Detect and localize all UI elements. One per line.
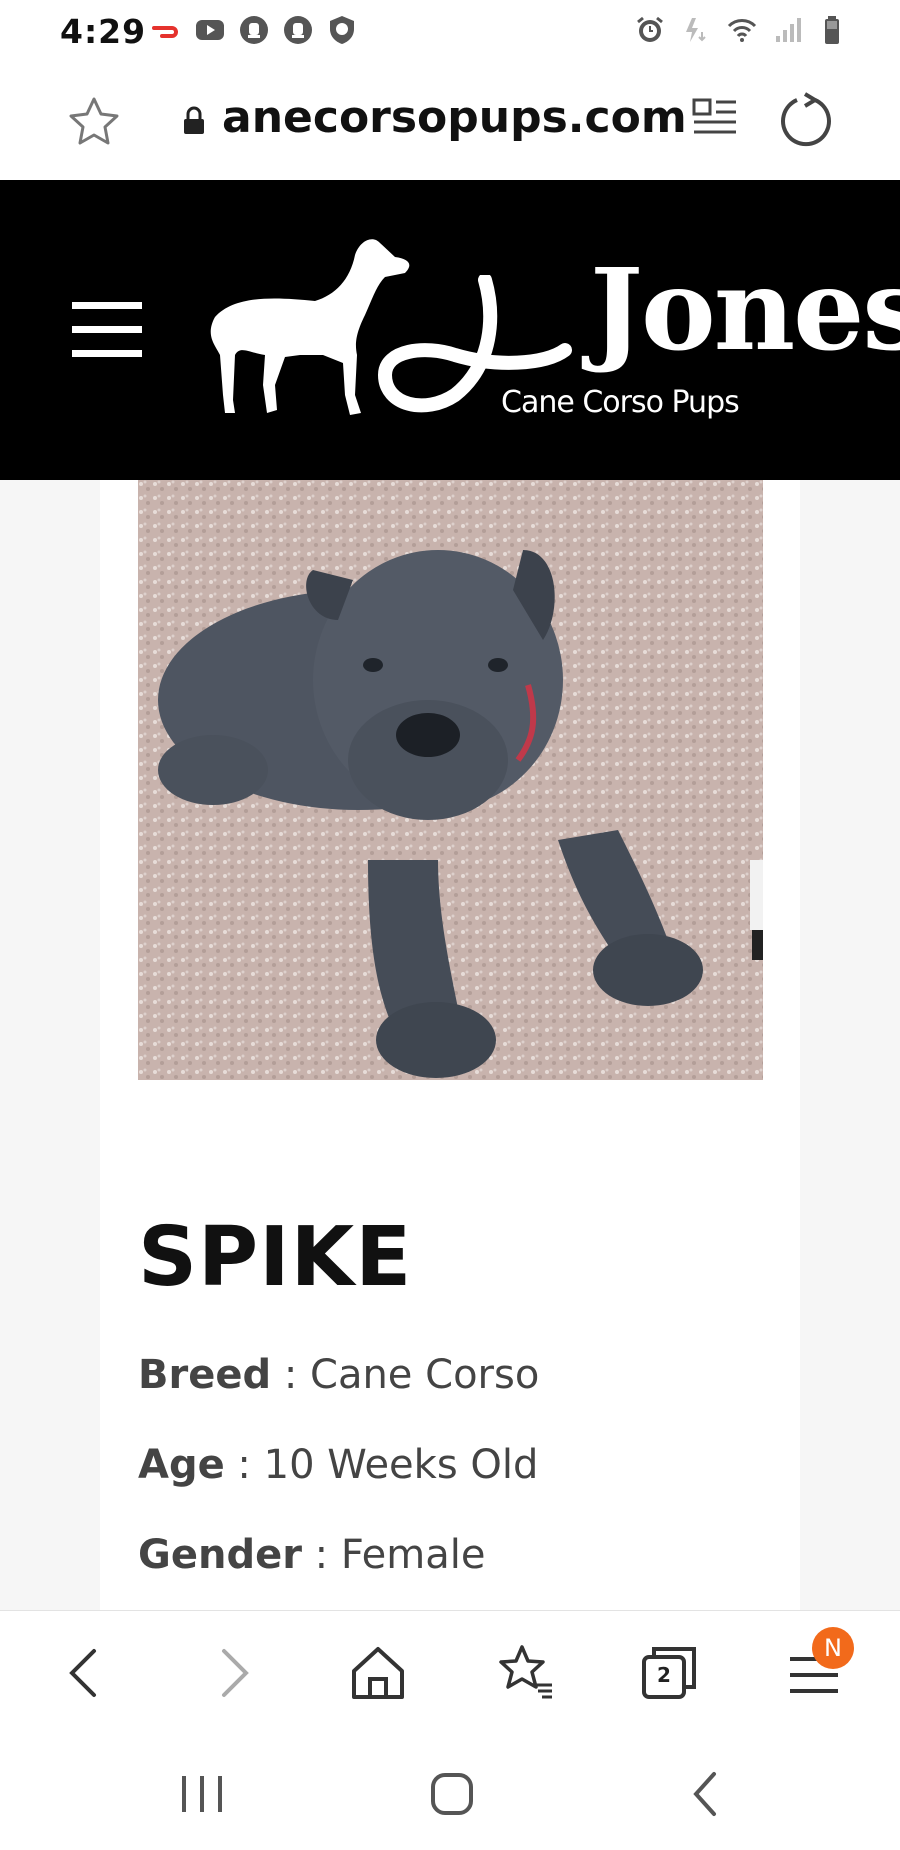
status-icons-left bbox=[150, 14, 358, 46]
menu-notification-badge: N bbox=[812, 1627, 854, 1669]
detail-label: Age bbox=[138, 1442, 225, 1488]
detail-age: Age : 10 Weeks Old bbox=[138, 1442, 538, 1488]
site-header: Jones Cane Corso Pups bbox=[0, 180, 900, 480]
detail-breed: Breed : Cane Corso bbox=[138, 1352, 539, 1398]
browser-toolbar: 2 N bbox=[0, 1610, 900, 1734]
data-saver-icon bbox=[686, 18, 706, 42]
battery-icon bbox=[825, 16, 839, 44]
detail-label: Breed bbox=[138, 1352, 272, 1398]
lock-icon bbox=[184, 106, 204, 134]
bookmark-star-icon[interactable] bbox=[66, 94, 122, 150]
youtube-icon bbox=[196, 20, 224, 40]
reload-icon[interactable] bbox=[775, 90, 837, 152]
signal-icon bbox=[776, 18, 801, 42]
notification-icon bbox=[284, 16, 312, 44]
tab-count: 2 bbox=[657, 1663, 671, 1687]
wifi-icon bbox=[727, 19, 757, 42]
back-icon[interactable] bbox=[54, 1641, 118, 1705]
status-bar: 4:29 bbox=[0, 0, 900, 62]
doordash-icon bbox=[152, 26, 178, 38]
detail-separator: : bbox=[271, 1352, 311, 1398]
back-nav-icon[interactable] bbox=[676, 1764, 736, 1824]
tabs-button[interactable]: 2 bbox=[638, 1641, 702, 1705]
status-icons-right bbox=[634, 14, 850, 46]
alarm-icon bbox=[637, 16, 663, 42]
recent-apps-icon[interactable] bbox=[172, 1764, 232, 1824]
system-nav-bar bbox=[0, 1734, 900, 1850]
detail-separator: : bbox=[224, 1442, 264, 1488]
menu-hamburger-icon[interactable] bbox=[72, 302, 142, 360]
detail-value: 10 Weeks Old bbox=[263, 1442, 539, 1488]
url-field[interactable]: anecorsopups.com bbox=[222, 92, 687, 143]
puppy-photo bbox=[138, 480, 763, 1080]
address-bar: anecorsopups.com bbox=[0, 62, 900, 180]
notification-icon bbox=[240, 16, 268, 44]
home-nav-icon[interactable] bbox=[422, 1764, 482, 1824]
home-icon[interactable] bbox=[346, 1641, 410, 1705]
forward-icon[interactable] bbox=[200, 1641, 264, 1705]
site-logo[interactable]: Jones Cane Corso Pups bbox=[205, 235, 900, 435]
shield-notification-icon bbox=[330, 16, 354, 44]
detail-gender: Gender : Female bbox=[138, 1532, 485, 1578]
reader-mode-icon[interactable] bbox=[690, 94, 740, 144]
status-time: 4:29 bbox=[60, 12, 147, 51]
detail-label: Gender bbox=[138, 1532, 302, 1578]
detail-separator: : bbox=[301, 1532, 341, 1578]
detail-value: Cane Corso bbox=[310, 1352, 540, 1398]
detail-value: Female bbox=[340, 1532, 486, 1578]
logo-tagline: Cane Corso Pups bbox=[501, 385, 740, 420]
logo-wordmark: Jones bbox=[590, 245, 900, 376]
bookmarks-icon[interactable] bbox=[494, 1641, 558, 1705]
puppy-name: SPIKE bbox=[138, 1210, 413, 1305]
